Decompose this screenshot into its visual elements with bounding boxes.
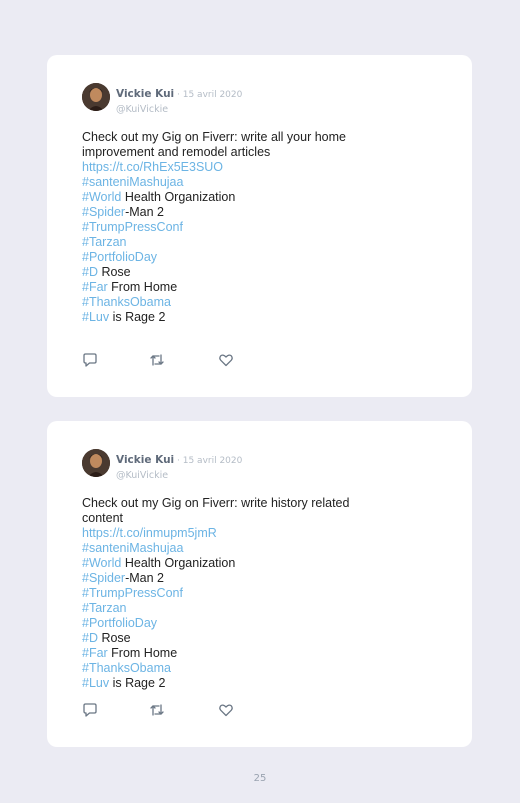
hashtag[interactable]: #Far: [82, 646, 108, 660]
hashtag[interactable]: #TrumpPressConf: [82, 586, 183, 600]
retweet-icon[interactable]: [149, 702, 165, 718]
hashtag-line: #Far From Home: [82, 280, 382, 295]
hashtag[interactable]: #Tarzan: [82, 601, 126, 615]
hashtag[interactable]: #D: [82, 631, 98, 645]
hashtag-line: #Tarzan: [82, 601, 382, 616]
hashtag[interactable]: #PortfolioDay: [82, 616, 157, 630]
author-name[interactable]: Vickie Kui: [116, 88, 174, 100]
hashtag[interactable]: #Tarzan: [82, 235, 126, 249]
reply-icon[interactable]: [82, 702, 98, 718]
avatar[interactable]: [82, 83, 110, 111]
hashtag-line: #Spider-Man 2: [82, 571, 382, 586]
hashtag[interactable]: #D: [82, 265, 98, 279]
tweet-card: Vickie Kui · 15 avril 2020 @KuiVickie Ch…: [47, 55, 472, 397]
hashtag[interactable]: #World: [82, 190, 121, 204]
hashtag[interactable]: #santeniMashujaa: [82, 541, 183, 555]
tweet-body: Check out my Gig on Fiverr: write histor…: [82, 496, 382, 691]
tweet-date[interactable]: · 15 avril 2020: [174, 456, 242, 466]
hashtag-suffix: Health Organization: [121, 190, 236, 204]
hashtag-line: #World Health Organization: [82, 556, 382, 571]
hashtag-suffix: is Rage 2: [109, 310, 166, 324]
hashtag[interactable]: #PortfolioDay: [82, 250, 157, 264]
hashtag[interactable]: #Spider: [82, 205, 125, 219]
tweet-link[interactable]: https://t.co/RhEx5E3SUO: [82, 160, 223, 174]
hashtag[interactable]: #Luv: [82, 676, 109, 690]
tweet-date[interactable]: · 15 avril 2020: [174, 90, 242, 100]
hashtag[interactable]: #ThanksObama: [82, 295, 171, 309]
hashtag[interactable]: #Far: [82, 280, 108, 294]
hashtag-line: #PortfolioDay: [82, 250, 382, 265]
hashtag-suffix: is Rage 2: [109, 676, 166, 690]
hashtag-suffix: Rose: [97, 265, 131, 279]
hashtag-suffix: Rose: [97, 631, 131, 645]
like-icon[interactable]: [218, 702, 234, 718]
hashtag-line: #Far From Home: [82, 646, 382, 661]
hashtag-line: #ThanksObama: [82, 661, 382, 676]
author-handle[interactable]: @KuiVickie: [116, 104, 242, 115]
reply-icon[interactable]: [82, 352, 98, 368]
hashtag-suffix: Health Organization: [121, 556, 236, 570]
tweet-link[interactable]: https://t.co/inmupm5jmR: [82, 526, 217, 540]
hashtag-line: #Spider-Man 2: [82, 205, 382, 220]
hashtag-suffix: From Home: [107, 646, 178, 660]
hashtag-line: #D Rose: [82, 265, 382, 280]
hashtag[interactable]: #ThanksObama: [82, 661, 171, 675]
hashtag-line: #World Health Organization: [82, 190, 382, 205]
hashtag-line: #santeniMashujaa: [82, 175, 382, 190]
hashtag-line: #D Rose: [82, 631, 382, 646]
hashtag-line: #ThanksObama: [82, 295, 382, 310]
hashtag-line: #santeniMashujaa: [82, 541, 382, 556]
hashtag[interactable]: #Luv: [82, 310, 109, 324]
hashtag-suffix: From Home: [107, 280, 178, 294]
hashtag[interactable]: #TrumpPressConf: [82, 220, 183, 234]
hashtag-line: #Luv is Rage 2: [82, 676, 382, 691]
author-name[interactable]: Vickie Kui: [116, 454, 174, 466]
hashtag[interactable]: #Spider: [82, 571, 125, 585]
hashtag-line: #TrumpPressConf: [82, 586, 382, 601]
hashtag-line: #Tarzan: [82, 235, 382, 250]
retweet-icon[interactable]: [149, 352, 165, 368]
hashtag[interactable]: #santeniMashujaa: [82, 175, 183, 189]
avatar[interactable]: [82, 449, 110, 477]
tweet-text: Check out my Gig on Fiverr: write all yo…: [82, 130, 346, 159]
hashtag-line: #Luv is Rage 2: [82, 310, 382, 325]
author-handle[interactable]: @KuiVickie: [116, 470, 242, 481]
hashtag-line: #TrumpPressConf: [82, 220, 382, 235]
page-number: 25: [253, 773, 267, 784]
tweet-body: Check out my Gig on Fiverr: write all yo…: [82, 130, 382, 325]
hashtag-suffix: -Man 2: [125, 205, 164, 219]
tweet-card: Vickie Kui · 15 avril 2020 @KuiVickie Ch…: [47, 421, 472, 747]
tweet-text: Check out my Gig on Fiverr: write histor…: [82, 496, 350, 525]
like-icon[interactable]: [218, 352, 234, 368]
hashtag-line: #PortfolioDay: [82, 616, 382, 631]
hashtag[interactable]: #World: [82, 556, 121, 570]
hashtag-suffix: -Man 2: [125, 571, 164, 585]
